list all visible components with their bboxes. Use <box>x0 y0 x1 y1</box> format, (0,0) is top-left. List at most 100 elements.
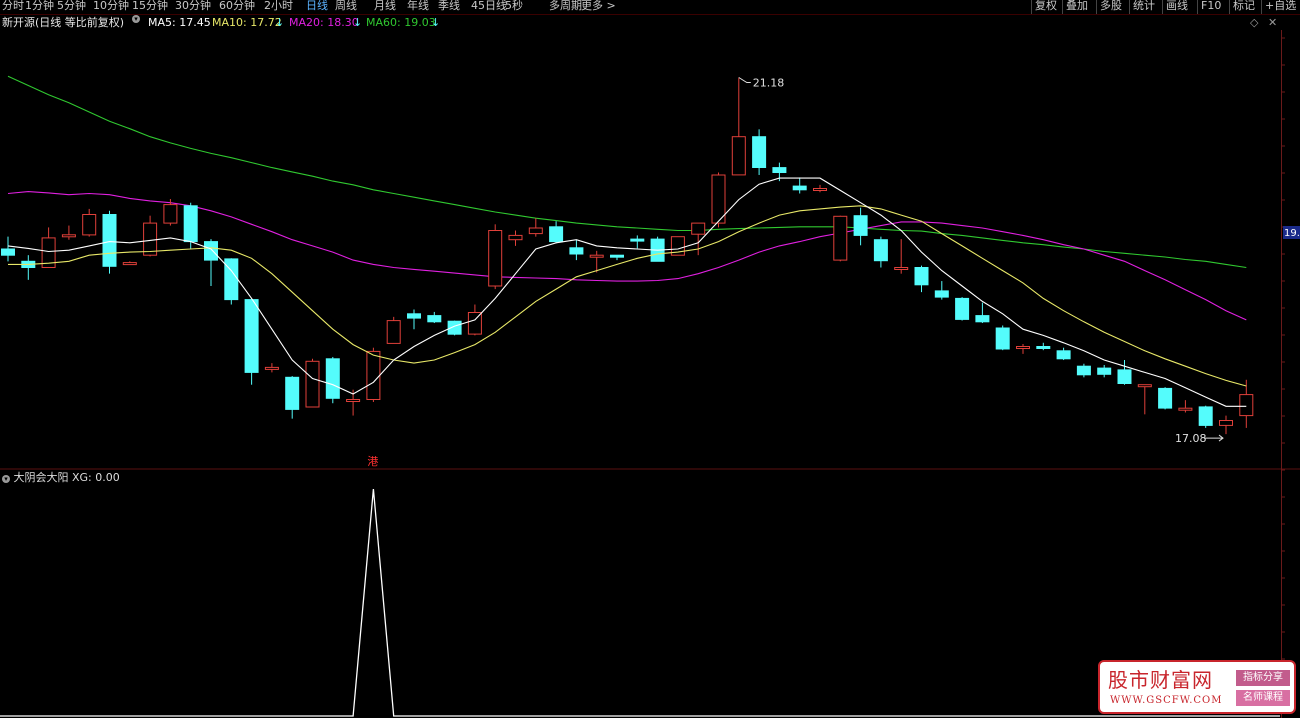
period-tab[interactable]: 5分钟 <box>57 0 86 14</box>
watermark-tag-share: 指标分享 <box>1236 670 1290 686</box>
candle-body <box>325 358 340 399</box>
ma20-label: MA20: 18.30 <box>289 16 359 29</box>
toolbar-separator <box>1096 0 1097 14</box>
candle-body <box>183 205 198 243</box>
toolbar-separator <box>1031 0 1032 14</box>
collapse-icon[interactable]: ▾ <box>2 475 10 483</box>
candle-body <box>1117 369 1132 384</box>
period-tab[interactable]: 2小时 <box>264 0 293 14</box>
candle-body <box>1 248 15 256</box>
period-tab[interactable]: 季线 <box>438 0 460 14</box>
candle-body <box>813 188 827 191</box>
candle-body <box>955 297 970 320</box>
candle-body <box>528 227 543 235</box>
ma10-arrow-icon: ↓ <box>275 16 285 29</box>
candle-body <box>731 136 746 176</box>
period-tab[interactable]: 分时 <box>2 0 24 14</box>
toolbar-separator <box>1162 0 1163 14</box>
candle-body <box>427 315 442 323</box>
hk-marker-label: 港 <box>367 455 378 468</box>
candle-body <box>975 315 990 323</box>
period-tab[interactable]: 月线 <box>374 0 396 14</box>
period-tab[interactable]: 60分钟 <box>219 0 255 14</box>
period-tab[interactable]: 10分钟 <box>93 0 129 14</box>
toolbar-tool-button[interactable]: 画线 <box>1166 0 1188 14</box>
candle-body <box>488 230 503 287</box>
period-tab[interactable]: 更多 > <box>581 0 616 14</box>
candle-body <box>1219 420 1233 426</box>
toolbar-separator <box>1129 0 1130 14</box>
candle-body <box>407 313 421 319</box>
period-tab[interactable]: 多周期 <box>549 0 582 14</box>
toolbar-tool-button[interactable]: F10 <box>1201 0 1221 14</box>
chart-canvas[interactable]: 21.18 17.08 19. 港 <box>0 0 1300 718</box>
indicator-line <box>0 488 1280 717</box>
price-tag-label: 19. <box>1284 228 1300 239</box>
candle-body <box>1016 346 1030 349</box>
stock-info-bar: 新开源(日线 等比前复权) ▾ MA5: 17.45 MA10: 17.72 ↓… <box>2 15 1278 31</box>
watermark-logo: 股市财富网 WWW.GSCFW.COM 指标分享 名师课程 <box>1098 660 1296 714</box>
toolbar-tool-button[interactable]: 多股 <box>1100 0 1122 14</box>
stock-title[interactable]: 新开源(日线 等比前复权) <box>2 15 124 31</box>
candle-body <box>366 350 381 400</box>
candle-body <box>102 214 117 267</box>
candle-body <box>244 299 259 373</box>
high-marker-arrow <box>738 77 751 84</box>
period-tab[interactable]: 45日线 <box>471 0 507 14</box>
close-icon[interactable]: ✕ <box>1268 15 1277 31</box>
indicator-label: 大阴会大阳 XG: 0.00 <box>13 471 120 484</box>
ma20-arrow-icon: ↓ <box>353 16 363 29</box>
toolbar-tool-button[interactable]: 统计 <box>1133 0 1155 14</box>
candle-body <box>508 234 523 241</box>
candle-body <box>792 185 807 191</box>
candle-body <box>589 254 604 258</box>
toolbar-separator <box>1229 0 1230 14</box>
candle-body <box>630 238 645 242</box>
ma5-label: MA5: 17.45 <box>148 16 211 29</box>
candle-body <box>1178 407 1193 411</box>
candle-body <box>772 167 787 174</box>
candle-body <box>752 136 767 168</box>
candle-body <box>569 247 584 255</box>
period-tab[interactable]: 日线 <box>306 0 328 14</box>
candle-body <box>1239 394 1254 417</box>
candle-body <box>610 254 624 258</box>
period-tab[interactable]: 5秒 <box>505 0 523 14</box>
candle-body <box>61 234 76 238</box>
period-tab[interactable]: 周线 <box>335 0 357 14</box>
candle-body <box>264 366 279 370</box>
candle-body <box>386 320 401 344</box>
indicator-title: ▾ 大阴会大阳 XG: 0.00 <box>2 471 120 485</box>
candle-body <box>1056 350 1071 360</box>
candle-body <box>82 214 97 236</box>
candle-body <box>122 262 137 266</box>
candle-body <box>853 215 868 236</box>
period-tab[interactable]: 年线 <box>407 0 429 14</box>
candle-body <box>914 267 929 286</box>
toolbar-tool-button[interactable]: 复权 <box>1035 0 1057 14</box>
candle-body <box>1036 346 1051 349</box>
low-price-label: 17.08 <box>1175 432 1207 445</box>
toolbar-separator <box>1197 0 1198 14</box>
candle-body <box>1198 406 1213 426</box>
toolbar-tool-button[interactable]: 叠加 <box>1066 0 1088 14</box>
toolbar-tool-button[interactable]: 标记 <box>1233 0 1255 14</box>
low-marker-arrow <box>1204 434 1224 442</box>
watermark-tag-course: 名师课程 <box>1236 690 1290 706</box>
candle-body <box>549 226 564 243</box>
ma60-label: MA60: 19.03 <box>366 16 436 29</box>
candle-body <box>995 327 1010 350</box>
candle-body <box>833 215 848 261</box>
period-tab[interactable]: 30分钟 <box>175 0 211 14</box>
watermark-url: WWW.GSCFW.COM <box>1110 695 1223 706</box>
candle-body <box>894 267 909 270</box>
toolbar-tool-button[interactable]: +自选 <box>1265 0 1296 14</box>
period-toolbar: 分时 1分钟 5分钟 10分钟 15分钟 30分钟 60分钟 2小时 日线 周线 月线 年线 季线 45日… <box>0 0 1300 15</box>
candle-body <box>204 241 218 261</box>
candle-body <box>305 360 320 408</box>
diamond-icon[interactable]: ◇ <box>1250 15 1258 31</box>
toolbar-separator <box>1261 0 1262 14</box>
ma60-arrow-icon: ↓ <box>431 16 441 29</box>
period-tab[interactable]: 15分钟 <box>132 0 168 14</box>
period-tab[interactable]: 1分钟 <box>25 0 54 14</box>
